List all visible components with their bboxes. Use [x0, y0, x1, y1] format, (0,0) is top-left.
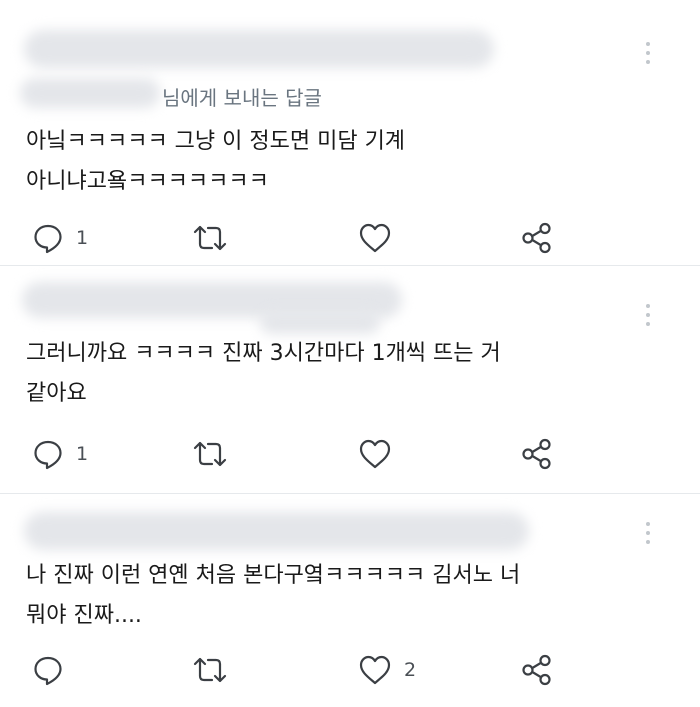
retweet-arrows-icon	[193, 225, 227, 251]
more-options-icon[interactable]	[644, 522, 652, 544]
tweet-text: 그러니까요 ㅋㅋㅋㅋ 진짜 3시간마다 1개씩 뜨는 거 같아요	[26, 341, 501, 406]
heart-icon	[359, 223, 391, 253]
tweet-text: 아닠ㅋㅋㅋㅋㅋ 그냥 이 정도면 미담 기계 아니냐고욬ㅋㅋㅋㅋㅋㅋㅋ	[26, 129, 406, 194]
retweet-button[interactable]	[192, 434, 228, 474]
retweet-arrows-icon	[193, 657, 227, 683]
redacted-reply-handle	[20, 78, 160, 108]
share-button[interactable]	[520, 650, 554, 690]
tweet-3[interactable]: 나 진짜 이런 연옌 처음 본다구옄ㅋㅋㅋㅋㅋ 김서노 너 뭐야 진짜.... …	[0, 494, 700, 707]
speech-bubble-icon	[34, 224, 62, 254]
like-button[interactable]	[358, 434, 404, 474]
tweet-2[interactable]: 그러니까요 ㅋㅋㅋㅋ 진짜 3시간마다 1개씩 뜨는 거 같아요 1	[0, 266, 700, 486]
redacted-username-line2	[260, 310, 380, 334]
speech-bubble-icon	[34, 656, 62, 686]
share-nodes-icon	[522, 222, 551, 254]
action-bar: 1	[30, 434, 570, 474]
reply-to-label: 님에게 보내는 답글	[162, 86, 322, 110]
retweet-arrows-icon	[193, 441, 227, 467]
reply-button[interactable]	[32, 650, 76, 690]
retweet-button[interactable]	[192, 218, 228, 258]
like-count: 2	[404, 659, 417, 681]
reply-button[interactable]: 1	[32, 218, 88, 258]
heart-icon	[359, 439, 391, 469]
like-button[interactable]: 2	[358, 650, 416, 690]
more-options-icon[interactable]	[644, 304, 652, 326]
speech-bubble-icon	[34, 440, 62, 470]
share-nodes-icon	[522, 438, 551, 470]
redacted-username	[24, 512, 529, 550]
tweet-text: 나 진짜 이런 연옌 처음 본다구옄ㅋㅋㅋㅋㅋ 김서노 너 뭐야 진짜....	[26, 563, 521, 628]
reply-count: 1	[76, 443, 89, 465]
more-options-icon[interactable]	[644, 42, 652, 64]
redacted-username	[24, 30, 494, 68]
retweet-button[interactable]	[192, 650, 228, 690]
like-button[interactable]	[358, 218, 404, 258]
share-button[interactable]	[520, 434, 554, 474]
action-bar: 2	[30, 650, 570, 690]
heart-icon	[359, 655, 391, 685]
share-nodes-icon	[522, 654, 551, 686]
reply-count: 1	[76, 227, 89, 249]
action-bar: 1	[30, 218, 570, 258]
tweet-1[interactable]: 님에게 보내는 답글 아닠ㅋㅋㅋㅋㅋ 그냥 이 정도면 미담 기계 아니냐고욬ㅋ…	[0, 0, 700, 260]
share-button[interactable]	[520, 218, 554, 258]
reply-button[interactable]: 1	[32, 434, 88, 474]
